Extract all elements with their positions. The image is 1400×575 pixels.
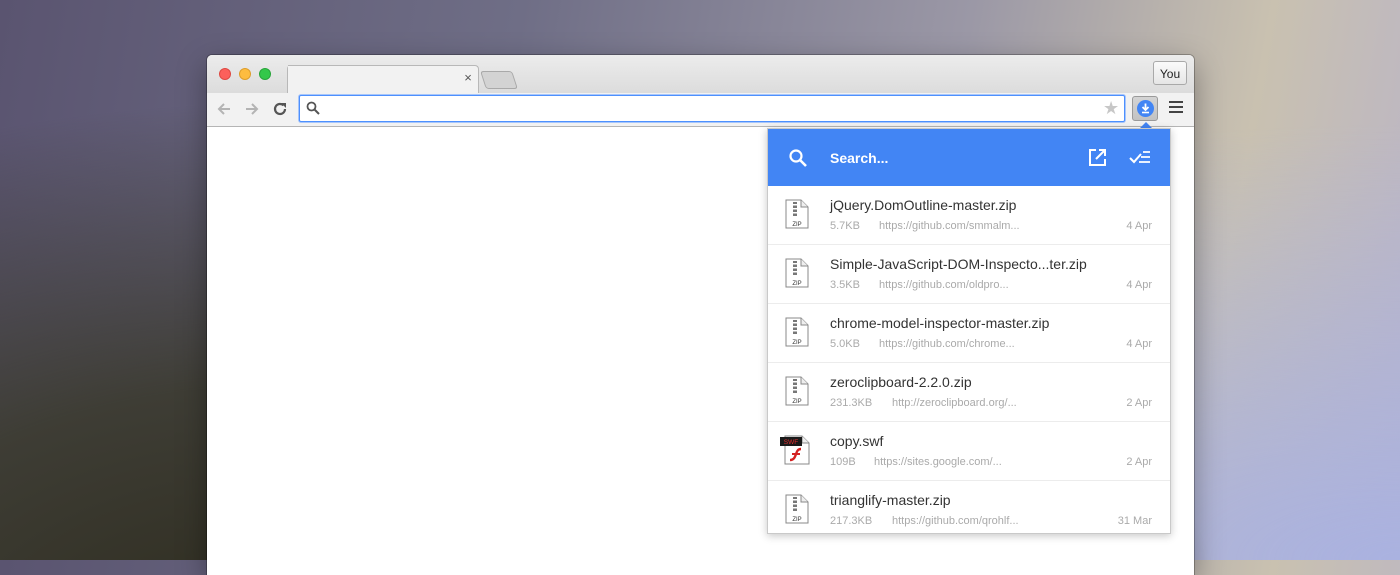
back-arrow-icon[interactable] <box>215 100 233 118</box>
popup-header: Search... <box>768 129 1170 186</box>
download-url[interactable]: https://github.com/oldpro... <box>879 278 1009 292</box>
zip-file-icon: ZIP <box>785 199 809 229</box>
zip-file-icon: ZIP <box>785 376 809 406</box>
zip-label: ZIP <box>792 222 801 228</box>
download-icon <box>1137 100 1154 117</box>
menu-icon[interactable] <box>1169 101 1183 115</box>
forward-arrow-icon[interactable] <box>243 100 261 118</box>
reload-icon[interactable] <box>271 100 289 118</box>
zip-label: ZIP <box>792 517 801 523</box>
download-date: 2 Apr <box>1126 456 1152 468</box>
minimize-window-button[interactable] <box>239 68 251 80</box>
download-size: 217.3KB <box>830 515 873 527</box>
zip-file-icon: ZIP <box>785 317 809 347</box>
downloads-popup: Search... ZIP jQuery.DomOutline-master.z… <box>767 128 1171 534</box>
bookmark-star-icon[interactable]: ★ <box>1103 99 1119 117</box>
swf-file-icon: SWF <box>780 435 810 465</box>
download-filename[interactable]: Simple-JavaScript-DOM-Inspecto...ter.zip <box>830 255 1087 273</box>
download-date: 2 Apr <box>1126 397 1152 409</box>
download-url[interactable]: https://github.com/smmalm... <box>879 219 1020 233</box>
download-size: 3.5KB <box>830 279 860 291</box>
download-size: 231.3KB <box>830 397 873 409</box>
download-item[interactable]: ZIP Simple-JavaScript-DOM-Inspecto...ter… <box>768 245 1170 304</box>
downloads-search-input[interactable]: Search... <box>830 149 888 167</box>
download-item[interactable]: ZIP trianglify-master.zip 217.3KB https:… <box>768 481 1170 533</box>
toolbar: ★ <box>207 93 1194 127</box>
download-filename[interactable]: copy.swf <box>830 432 883 450</box>
zip-file-icon: ZIP <box>785 258 809 288</box>
tab-close-icon[interactable]: × <box>461 71 475 85</box>
download-url[interactable]: https://sites.google.com/... <box>874 455 1002 469</box>
search-icon[interactable] <box>788 148 808 168</box>
open-downloads-page-icon[interactable] <box>1088 148 1107 167</box>
active-tab[interactable] <box>287 65 479 94</box>
download-url[interactable]: https://github.com/qrohlf... <box>892 514 1019 528</box>
download-item[interactable]: ZIP chrome-model-inspector-master.zip 5.… <box>768 304 1170 363</box>
download-filename[interactable]: chrome-model-inspector-master.zip <box>830 314 1049 332</box>
close-window-button[interactable] <box>219 68 231 80</box>
downloads-extension-button[interactable] <box>1132 96 1158 121</box>
title-bar: × You <box>207 55 1194 94</box>
swf-label: SWF <box>784 439 798 446</box>
download-date: 4 Apr <box>1126 279 1152 291</box>
zip-file-icon: ZIP <box>785 494 809 524</box>
download-filename[interactable]: trianglify-master.zip <box>830 491 951 509</box>
download-filename[interactable]: jQuery.DomOutline-master.zip <box>830 196 1016 214</box>
download-date: 31 Mar <box>1117 515 1152 527</box>
search-icon <box>306 101 320 115</box>
download-item[interactable]: ZIP zeroclipboard-2.2.0.zip 231.3KB http… <box>768 363 1170 422</box>
address-bar[interactable]: ★ <box>299 95 1125 122</box>
download-url[interactable]: https://github.com/chrome... <box>879 337 1015 351</box>
zip-label: ZIP <box>792 399 801 405</box>
address-input[interactable] <box>324 98 1098 121</box>
download-item[interactable]: ZIP jQuery.DomOutline-master.zip 5.7KB h… <box>768 186 1170 245</box>
download-url[interactable]: http://zeroclipboard.org/... <box>892 396 1017 410</box>
download-date: 4 Apr <box>1126 220 1152 232</box>
download-date: 4 Apr <box>1126 338 1152 350</box>
download-filename[interactable]: zeroclipboard-2.2.0.zip <box>830 373 972 391</box>
zoom-window-button[interactable] <box>259 68 271 80</box>
download-item[interactable]: SWF copy.swf 109B https://sites.google.c… <box>768 422 1170 481</box>
zip-label: ZIP <box>792 340 801 346</box>
zip-label: ZIP <box>792 281 801 287</box>
new-tab-button[interactable] <box>480 71 518 89</box>
download-size: 109B <box>830 456 856 468</box>
download-size: 5.0KB <box>830 338 860 350</box>
profile-button[interactable]: You <box>1153 61 1187 85</box>
clear-all-icon[interactable] <box>1128 148 1152 167</box>
downloads-list: ZIP jQuery.DomOutline-master.zip 5.7KB h… <box>768 186 1170 533</box>
download-size: 5.7KB <box>830 220 860 232</box>
